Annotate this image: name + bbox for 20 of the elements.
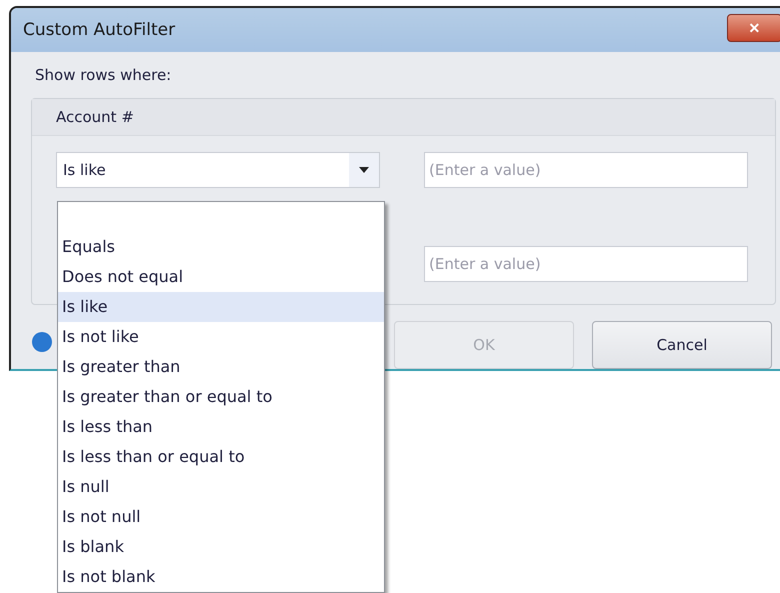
prompt-label: Show rows where:: [35, 66, 172, 86]
dropdown-item[interactable]: Is like: [58, 292, 384, 322]
value-field[interactable]: (Enter a value): [424, 152, 748, 188]
caret-icon: [359, 167, 369, 173]
dropdown-item[interactable]: Is not null: [58, 502, 384, 532]
dropdown-item[interactable]: Is greater than: [58, 352, 384, 382]
operator-combo[interactable]: Is like: [56, 152, 380, 188]
dropdown-item[interactable]: Is blank: [58, 532, 384, 562]
dropdown-item[interactable]: Equals: [58, 232, 384, 262]
window-title: Custom AutoFilter: [23, 20, 176, 40]
group-title: Account #: [56, 108, 134, 126]
dropdown-item[interactable]: Is greater than or equal to: [58, 382, 384, 412]
dropdown-item[interactable]: Does not equal: [58, 262, 384, 292]
dropdown-item[interactable]: Is not like: [58, 322, 384, 352]
dropdown-item[interactable]: Is not blank: [58, 562, 384, 592]
dropdown-item[interactable]: Is less than: [58, 412, 384, 442]
dropdown-item[interactable]: Is null: [58, 472, 384, 502]
value-field[interactable]: (Enter a value): [424, 246, 748, 282]
cancel-button[interactable]: Cancel: [592, 321, 772, 369]
dropdown-item[interactable]: Is less than or equal to: [58, 442, 384, 472]
